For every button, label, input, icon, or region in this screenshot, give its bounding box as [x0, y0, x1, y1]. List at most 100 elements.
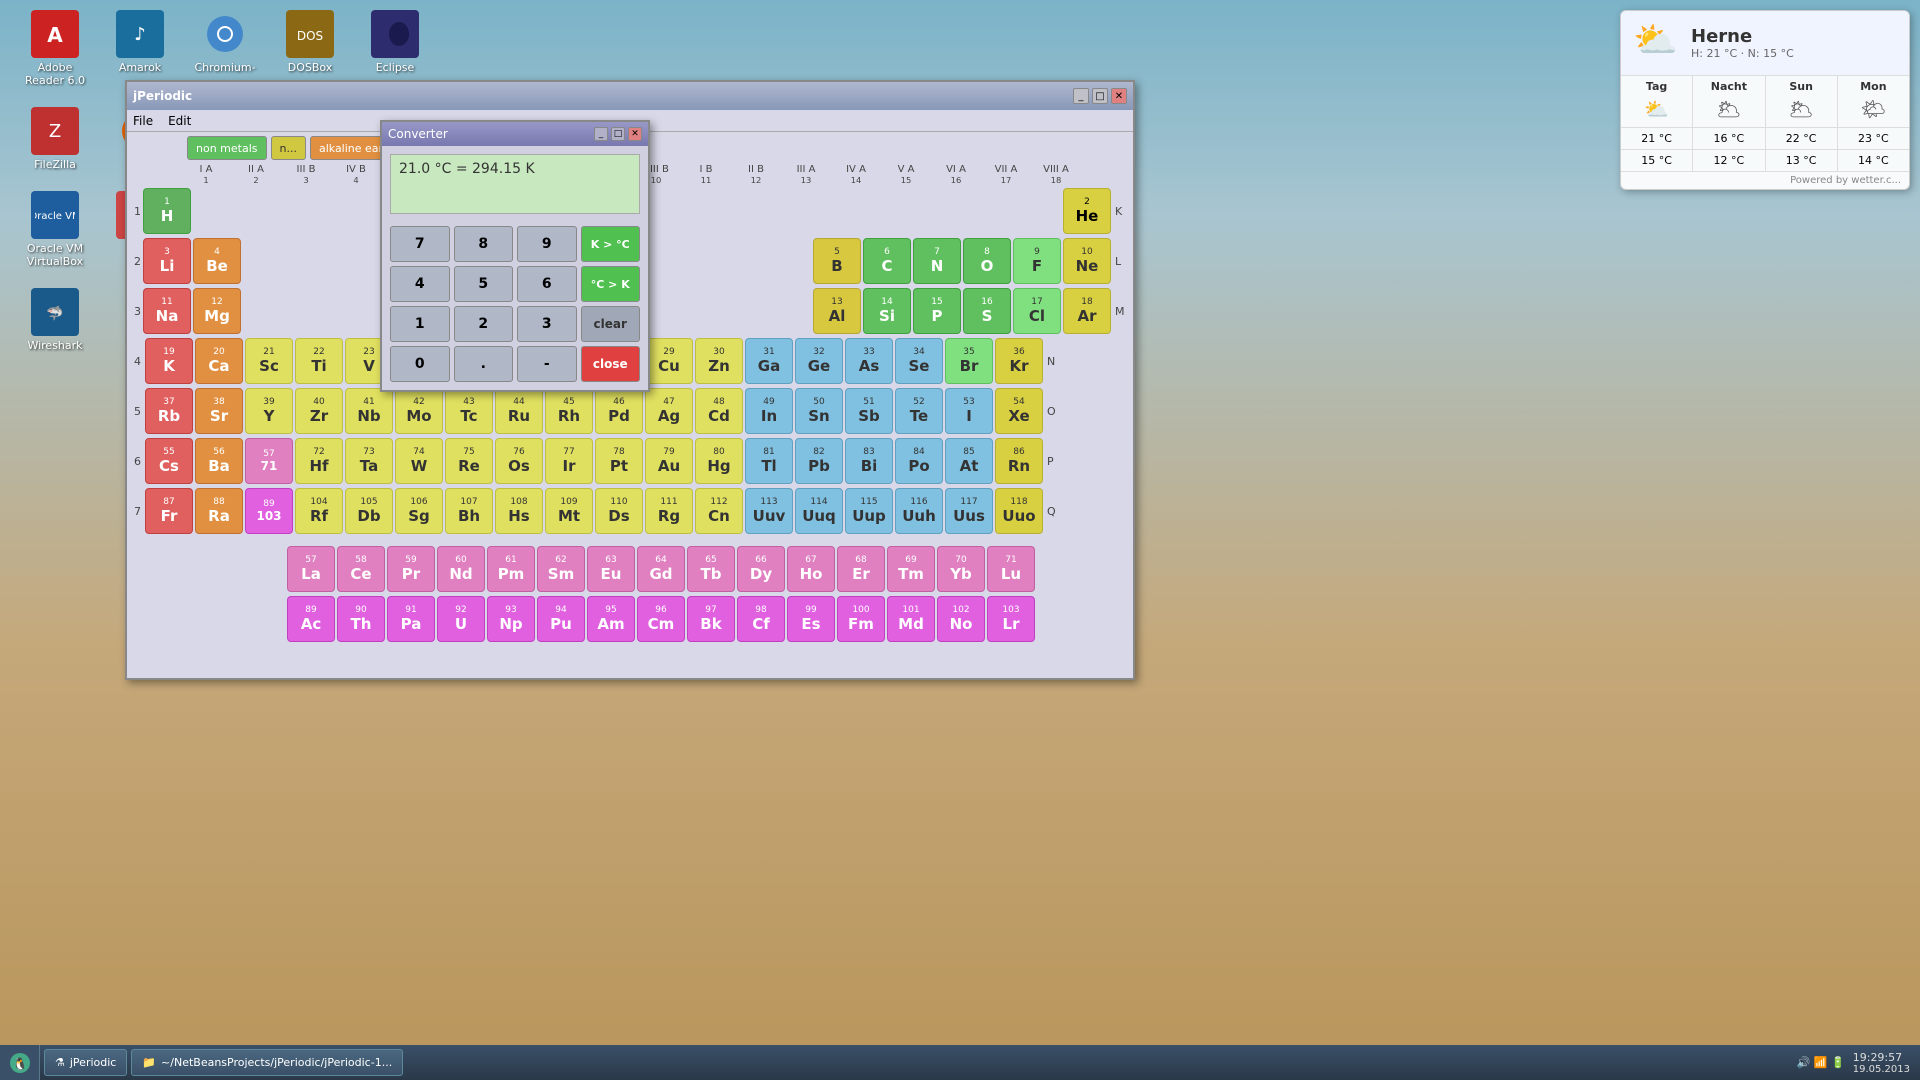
element-Tm[interactable]: 69Tm	[887, 546, 935, 592]
element-Pa[interactable]: 91Pa	[387, 596, 435, 642]
converter-close-button[interactable]: ✕	[628, 127, 642, 141]
element-Dy[interactable]: 66Dy	[737, 546, 785, 592]
element-Kr[interactable]: 36Kr	[995, 338, 1043, 384]
element-Uuo[interactable]: 118Uuo	[995, 488, 1043, 534]
key-9[interactable]: 9	[517, 226, 577, 262]
element-Tl[interactable]: 81Tl	[745, 438, 793, 484]
element-Pm[interactable]: 61Pm	[487, 546, 535, 592]
element-Ds[interactable]: 110Ds	[595, 488, 643, 534]
element-H[interactable]: 1 H	[143, 188, 191, 234]
element-Bh[interactable]: 107Bh	[445, 488, 493, 534]
element-Am[interactable]: 95Am	[587, 596, 635, 642]
element-Al[interactable]: 13Al	[813, 288, 861, 334]
element-Hg[interactable]: 80Hg	[695, 438, 743, 484]
close-button[interactable]: close	[581, 346, 641, 382]
window-maximize-button[interactable]: □	[1092, 88, 1108, 104]
element-I[interactable]: 53I	[945, 388, 993, 434]
element-Ne[interactable]: 10Ne	[1063, 238, 1111, 284]
element-Ac89-103[interactable]: 89103	[245, 488, 293, 534]
element-Db[interactable]: 105Db	[345, 488, 393, 534]
element-Ra[interactable]: 88Ra	[195, 488, 243, 534]
desktop-icon-chromium[interactable]: Chromium-	[190, 10, 260, 87]
element-Ar[interactable]: 18Ar	[1063, 288, 1111, 334]
converter-titlebar[interactable]: Converter _ □ ✕	[382, 122, 648, 146]
key-6[interactable]: 6	[517, 266, 577, 302]
element-Fr[interactable]: 87Fr	[145, 488, 193, 534]
menu-edit[interactable]: Edit	[168, 114, 191, 128]
element-Te[interactable]: 52Te	[895, 388, 943, 434]
element-Ti[interactable]: 22Ti	[295, 338, 343, 384]
element-U[interactable]: 92U	[437, 596, 485, 642]
desktop-icon-oracle-vm[interactable]: Oracle VM Oracle VM VirtualBox	[20, 191, 90, 268]
element-Uuq[interactable]: 114Uuq	[795, 488, 843, 534]
taskbar-item-netbeans[interactable]: 📁 ~/NetBeansProjects/jPeriodic/jPeriodic…	[131, 1049, 403, 1076]
element-Na[interactable]: 11Na	[143, 288, 191, 334]
element-Cs[interactable]: 55Cs	[145, 438, 193, 484]
key-3[interactable]: 3	[517, 306, 577, 342]
element-Pb[interactable]: 82Pb	[795, 438, 843, 484]
element-Rf[interactable]: 104Rf	[295, 488, 343, 534]
jperiodic-titlebar[interactable]: jPeriodic _ □ ✕	[127, 82, 1133, 110]
key-c-to-k[interactable]: °C > K	[581, 266, 641, 302]
legend-noble[interactable]: n...	[271, 136, 306, 160]
desktop-icon-eclipse[interactable]: Eclipse	[360, 10, 430, 87]
menu-file[interactable]: File	[133, 114, 153, 128]
element-Hs[interactable]: 108Hs	[495, 488, 543, 534]
converter-minimize-button[interactable]: _	[594, 127, 608, 141]
element-Mg[interactable]: 12Mg	[193, 288, 241, 334]
element-Ir[interactable]: 77Ir	[545, 438, 593, 484]
element-Fm[interactable]: 100Fm	[837, 596, 885, 642]
element-Li[interactable]: 3Li	[143, 238, 191, 284]
element-Rb[interactable]: 37Rb	[145, 388, 193, 434]
element-Ac[interactable]: 89Ac	[287, 596, 335, 642]
element-Cf[interactable]: 98Cf	[737, 596, 785, 642]
element-Po[interactable]: 84Po	[895, 438, 943, 484]
element-At[interactable]: 85At	[945, 438, 993, 484]
element-Lr[interactable]: 103Lr	[987, 596, 1035, 642]
element-Cd[interactable]: 48Cd	[695, 388, 743, 434]
element-Ba[interactable]: 56Ba	[195, 438, 243, 484]
window-minimize-button[interactable]: _	[1073, 88, 1089, 104]
desktop-icon-adobe-reader[interactable]: A Adobe Reader 6.0	[20, 10, 90, 87]
element-Hf[interactable]: 72Hf	[295, 438, 343, 484]
element-Es[interactable]: 99Es	[787, 596, 835, 642]
element-Eu[interactable]: 63Eu	[587, 546, 635, 592]
key-k-to-c[interactable]: K > °C	[581, 226, 641, 262]
element-Y[interactable]: 39Y	[245, 388, 293, 434]
desktop-icon-filezilla[interactable]: Z FileZilla	[20, 107, 90, 171]
key-7[interactable]: 7	[390, 226, 450, 262]
element-La57-71[interactable]: 5771	[245, 438, 293, 484]
element-Ta[interactable]: 73Ta	[345, 438, 393, 484]
element-B[interactable]: 5B	[813, 238, 861, 284]
key-8[interactable]: 8	[454, 226, 514, 262]
element-Os[interactable]: 76Os	[495, 438, 543, 484]
element-C[interactable]: 6C	[863, 238, 911, 284]
element-Ca[interactable]: 20Ca	[195, 338, 243, 384]
key-minus[interactable]: -	[517, 346, 577, 382]
element-F[interactable]: 9F	[1013, 238, 1061, 284]
element-Pu[interactable]: 94Pu	[537, 596, 585, 642]
key-2[interactable]: 2	[454, 306, 514, 342]
element-Ga[interactable]: 31Ga	[745, 338, 793, 384]
element-Gd[interactable]: 64Gd	[637, 546, 685, 592]
element-La[interactable]: 57La	[287, 546, 335, 592]
desktop-icon-dosbox[interactable]: DOS DOSBox	[275, 10, 345, 87]
desktop-icon-wireshark[interactable]: 🦈 Wireshark	[20, 288, 90, 352]
element-Br[interactable]: 35Br	[945, 338, 993, 384]
element-Nd[interactable]: 60Nd	[437, 546, 485, 592]
taskbar-start-button[interactable]: 🐧	[0, 1045, 40, 1080]
element-Lu[interactable]: 71Lu	[987, 546, 1035, 592]
element-K[interactable]: 19K	[145, 338, 193, 384]
element-Ce[interactable]: 58Ce	[337, 546, 385, 592]
element-Ru[interactable]: 44Ru	[495, 388, 543, 434]
element-Np[interactable]: 93Np	[487, 596, 535, 642]
element-Sc[interactable]: 21Sc	[245, 338, 293, 384]
clear-button[interactable]: clear	[581, 306, 641, 342]
element-Sg[interactable]: 106Sg	[395, 488, 443, 534]
element-Md[interactable]: 101Md	[887, 596, 935, 642]
key-dot[interactable]: .	[454, 346, 514, 382]
element-Sm[interactable]: 62Sm	[537, 546, 585, 592]
element-Bi[interactable]: 83Bi	[845, 438, 893, 484]
element-O[interactable]: 8O	[963, 238, 1011, 284]
element-N[interactable]: 7N	[913, 238, 961, 284]
